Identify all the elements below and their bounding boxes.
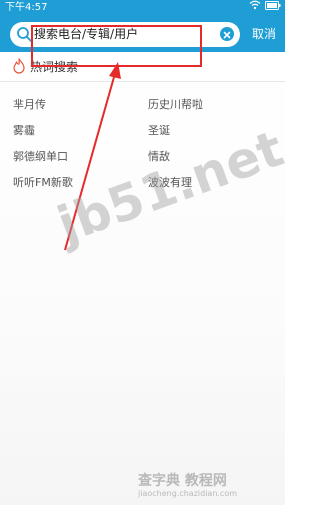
cancel-button[interactable]: 取消 [244,16,284,52]
search-icon [17,27,32,42]
hot-item[interactable]: 雾霾 [13,118,35,144]
search-header: 取消 [0,16,285,52]
hot-item[interactable]: 圣诞 [148,118,170,144]
status-bar: 下午4:57 [0,0,285,16]
hot-search-header: 热词搜索 [0,52,285,82]
clear-icon[interactable] [220,27,234,41]
hot-search-title: 热词搜索 [30,60,79,74]
battery-icon [265,0,281,10]
hot-item[interactable]: 郭德纲单口 [13,144,68,170]
flame-icon [13,58,25,74]
status-time: 下午4:57 [5,2,48,13]
hot-item[interactable]: 波波有理 [148,170,192,196]
hot-item[interactable]: 芈月传 [13,92,46,118]
status-icons [249,0,281,10]
clear-x-icon [223,31,231,39]
hot-item[interactable]: 听听FM新歌 [13,170,73,196]
search-box[interactable] [10,22,240,47]
content-area: 热词搜索 芈月传 历史川帮啦 雾霾 圣诞 郭德纲单口 情敌 听听FM新歌 波波有… [0,52,285,505]
wifi-icon [249,0,261,10]
search-input[interactable] [34,22,214,47]
hot-item[interactable]: 情敌 [148,144,170,170]
hot-item[interactable]: 历史川帮啦 [148,92,203,118]
